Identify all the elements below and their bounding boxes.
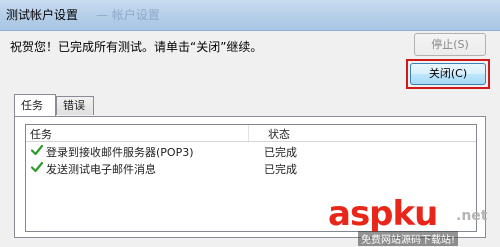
row-status-label: 已完成	[264, 146, 297, 159]
window-title: 测试帐户设置	[6, 8, 79, 22]
close-button[interactable]: 关闭(C)	[410, 63, 486, 85]
column-header-task[interactable]: 任务	[30, 126, 52, 142]
checkmark-icon	[30, 161, 44, 173]
row-task-label: 发送测试电子邮件消息	[46, 163, 156, 176]
stop-button[interactable]: 停止(S)	[414, 33, 486, 56]
tab-errors[interactable]: 错误	[56, 96, 94, 115]
completion-message: 祝贺您！已完成所有测试。请单击“关闭”继续。	[10, 40, 263, 54]
test-account-settings-dialog: 测试帐户设置 — 帐户设置 祝贺您！已完成所有测试。请单击“关闭”继续。 停止(…	[0, 0, 500, 247]
row-task-label: 登录到接收邮件服务器(POP3)	[46, 146, 194, 159]
column-header-status[interactable]: 状态	[268, 126, 290, 142]
table-row[interactable]: 发送测试电子邮件消息 已完成	[26, 160, 476, 176]
task-list[interactable]: 任务 状态 登录到接收邮件服务器(POP3) 已完成 发送测试电子邮件消息 已完…	[25, 124, 477, 232]
tab-tasks[interactable]: 任务	[14, 94, 56, 116]
tasks-tab-panel: 任务 状态 登录到接收邮件服务器(POP3) 已完成 发送测试电子邮件消息 已完…	[14, 116, 486, 238]
table-row[interactable]: 登录到接收邮件服务器(POP3) 已完成	[26, 143, 476, 159]
list-header: 任务 状态	[26, 125, 476, 142]
column-divider	[248, 125, 249, 141]
row-status-label: 已完成	[264, 163, 297, 176]
window-title-ghost: — 帐户设置	[96, 8, 160, 22]
checkmark-icon	[30, 144, 44, 156]
title-bar: 测试帐户设置 — 帐户设置	[0, 0, 500, 31]
